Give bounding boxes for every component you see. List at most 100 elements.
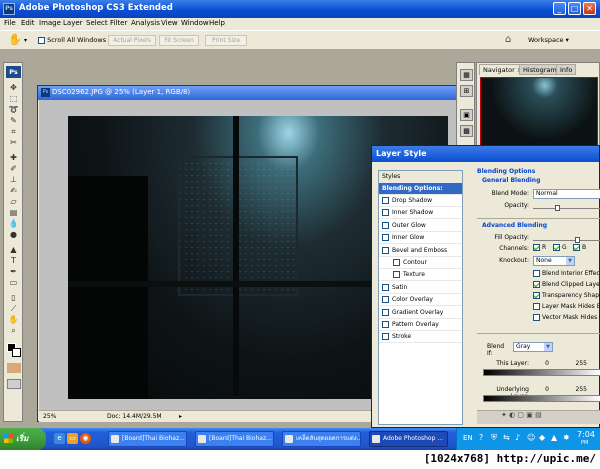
- opacity-slider[interactable]: [533, 205, 600, 211]
- advanced-option-checkbox[interactable]: [533, 281, 540, 288]
- advanced-option-checkbox[interactable]: [533, 303, 540, 310]
- gradient-tool-icon[interactable]: ▤: [8, 208, 19, 218]
- channel-r-checkbox[interactable]: [533, 244, 540, 251]
- style-item-texture[interactable]: Texture: [379, 269, 462, 282]
- style-item-inner-glow[interactable]: Inner Glow: [379, 232, 462, 245]
- advanced-option-checkbox[interactable]: [533, 314, 540, 321]
- advanced-option-3[interactable]: Layer Mask Hides Effe: [533, 303, 600, 310]
- advanced-option-checkbox[interactable]: [533, 292, 540, 299]
- style-item-checkbox[interactable]: [382, 234, 389, 242]
- crop-tool-icon[interactable]: ⌗: [8, 127, 19, 137]
- blur-tool-icon[interactable]: 💧: [8, 219, 19, 229]
- dodge-tool-icon[interactable]: ●: [8, 230, 19, 240]
- blending-options-item[interactable]: Blending Options: Custom: [379, 183, 462, 204]
- fit-screen-button[interactable]: Fit Screen: [159, 35, 199, 46]
- language-indicator[interactable]: EN: [463, 434, 473, 442]
- channel-r[interactable]: R: [533, 244, 546, 251]
- style-item-checkbox[interactable]: [382, 308, 389, 316]
- channel-b[interactable]: B: [573, 244, 586, 251]
- menu-select[interactable]: Select: [86, 19, 108, 27]
- hand-tool-palette-icon[interactable]: ✋: [8, 315, 19, 325]
- history-brush-tool-icon[interactable]: ✍: [8, 186, 19, 196]
- style-item-pattern-overlay[interactable]: Pattern Overlay: [379, 319, 462, 331]
- tray-help-icon[interactable]: ?: [479, 433, 483, 442]
- brush-tool-icon[interactable]: ✐: [8, 164, 19, 174]
- minimize-button[interactable]: _: [553, 2, 566, 15]
- quick-mask-icon[interactable]: [7, 363, 21, 373]
- doc-info[interactable]: Doc: 14.4M/29.5M: [107, 413, 162, 420]
- menu-layer[interactable]: Layer: [63, 19, 83, 27]
- knockout-select[interactable]: None ▼: [533, 256, 575, 266]
- firefox-quicklaunch-icon[interactable]: ◉: [80, 433, 91, 444]
- fill-opacity-slider-knob[interactable]: [575, 237, 580, 243]
- style-item-checkbox[interactable]: [382, 246, 389, 254]
- tray-antivirus-icon[interactable]: ◆: [539, 433, 545, 442]
- eraser-tool-icon[interactable]: ▱: [8, 197, 19, 207]
- tray-volume-icon[interactable]: ♪: [515, 433, 520, 442]
- eyedropper-tool-icon[interactable]: ⟋: [8, 304, 19, 314]
- clock-time[interactable]: 7:04: [577, 430, 595, 439]
- opacity-slider-knob[interactable]: [555, 205, 560, 211]
- advanced-option-4[interactable]: Vector Mask Hides Effe: [533, 314, 600, 321]
- tray-network-icon[interactable]: ⇆: [503, 433, 510, 442]
- channel-b-checkbox[interactable]: [573, 244, 580, 251]
- style-item-checkbox[interactable]: [382, 209, 389, 217]
- menu-analysis[interactable]: Analysis: [131, 19, 160, 27]
- workspace-menu[interactable]: Workspace ▾: [528, 36, 569, 44]
- pen-tool-icon[interactable]: ✒: [8, 267, 19, 277]
- background-color-swatch[interactable]: [12, 348, 21, 357]
- quick-select-tool-icon[interactable]: ✎: [8, 116, 19, 126]
- style-item-contour[interactable]: Contour: [379, 257, 462, 269]
- tray-messenger-icon[interactable]: ☺: [527, 433, 535, 442]
- shape-tool-icon[interactable]: ▭: [8, 278, 19, 288]
- style-item-bevel-and-emboss[interactable]: Bevel and Emboss: [379, 245, 462, 257]
- tool-preset-chevron-down-icon[interactable]: ▾: [24, 37, 27, 44]
- style-item-satin[interactable]: Satin: [379, 282, 462, 294]
- tab-histogram[interactable]: Histogram: [519, 64, 561, 75]
- scroll-all-windows-option[interactable]: Scroll All Windows: [38, 36, 106, 44]
- marquee-tool-icon[interactable]: ⬚: [8, 94, 19, 104]
- hand-tool-icon[interactable]: ✋: [8, 33, 22, 46]
- channel-g[interactable]: G: [553, 244, 567, 251]
- blend-if-select[interactable]: Gray ▼: [513, 342, 553, 352]
- style-item-gradient-overlay[interactable]: Gradient Overlay: [379, 307, 462, 319]
- style-item-checkbox[interactable]: [382, 333, 389, 341]
- taskbar-button[interactable]: เคล็ดลับสุดยอดการแต่ง...: [282, 431, 361, 447]
- panel-icon-3[interactable]: ▣: [460, 109, 473, 121]
- advanced-option-1[interactable]: Blend Clipped Layers a: [533, 281, 600, 288]
- start-button[interactable]: เริ่ม: [0, 428, 46, 450]
- lasso-tool-icon[interactable]: ➰: [8, 105, 19, 115]
- actual-pixels-button[interactable]: Actual Pixels: [108, 35, 156, 46]
- style-item-checkbox[interactable]: [393, 271, 400, 279]
- zoom-tool-icon[interactable]: ⌕: [8, 326, 19, 336]
- path-selection-tool-icon[interactable]: ▲: [8, 245, 19, 255]
- panel-icon-1[interactable]: ▦: [460, 69, 473, 81]
- healing-brush-tool-icon[interactable]: ✚: [8, 153, 19, 163]
- style-item-checkbox[interactable]: [382, 197, 389, 204]
- advanced-option-0[interactable]: Blend Interior Effects a: [533, 270, 600, 277]
- this-layer-gradient[interactable]: [483, 369, 600, 376]
- tray-update-icon[interactable]: ✸: [563, 433, 570, 442]
- folder-quicklaunch-icon[interactable]: ▭: [67, 433, 78, 444]
- ie-quicklaunch-icon[interactable]: e: [54, 433, 65, 444]
- underlying-layer-gradient[interactable]: [483, 395, 600, 402]
- advanced-option-2[interactable]: Transparency Shapes: [533, 292, 600, 299]
- fill-opacity-slider[interactable]: [533, 237, 600, 243]
- blend-mode-select[interactable]: Normal: [533, 189, 600, 199]
- status-arrow-icon[interactable]: ▸: [179, 413, 182, 420]
- screen-mode-icon[interactable]: [7, 379, 21, 389]
- menu-window[interactable]: Window: [181, 19, 209, 27]
- menu-file[interactable]: File: [4, 19, 16, 27]
- tab-info[interactable]: Info: [556, 64, 577, 75]
- menu-image[interactable]: Image: [39, 19, 61, 27]
- styles-header[interactable]: Styles: [379, 171, 462, 183]
- taskbar-button[interactable]: [Board]Thai Biohaz...: [195, 431, 274, 447]
- style-item-checkbox[interactable]: [382, 221, 389, 229]
- panel-icon-4[interactable]: ▩: [460, 125, 473, 137]
- style-item-inner-shadow[interactable]: Inner Shadow: [379, 207, 462, 220]
- tray-shield-icon[interactable]: ⛨: [491, 433, 497, 443]
- style-item-outer-glow[interactable]: Outer Glow: [379, 220, 462, 232]
- advanced-option-checkbox[interactable]: [533, 270, 540, 277]
- style-item-checkbox[interactable]: [382, 321, 389, 328]
- style-item-stroke[interactable]: Stroke: [379, 331, 462, 344]
